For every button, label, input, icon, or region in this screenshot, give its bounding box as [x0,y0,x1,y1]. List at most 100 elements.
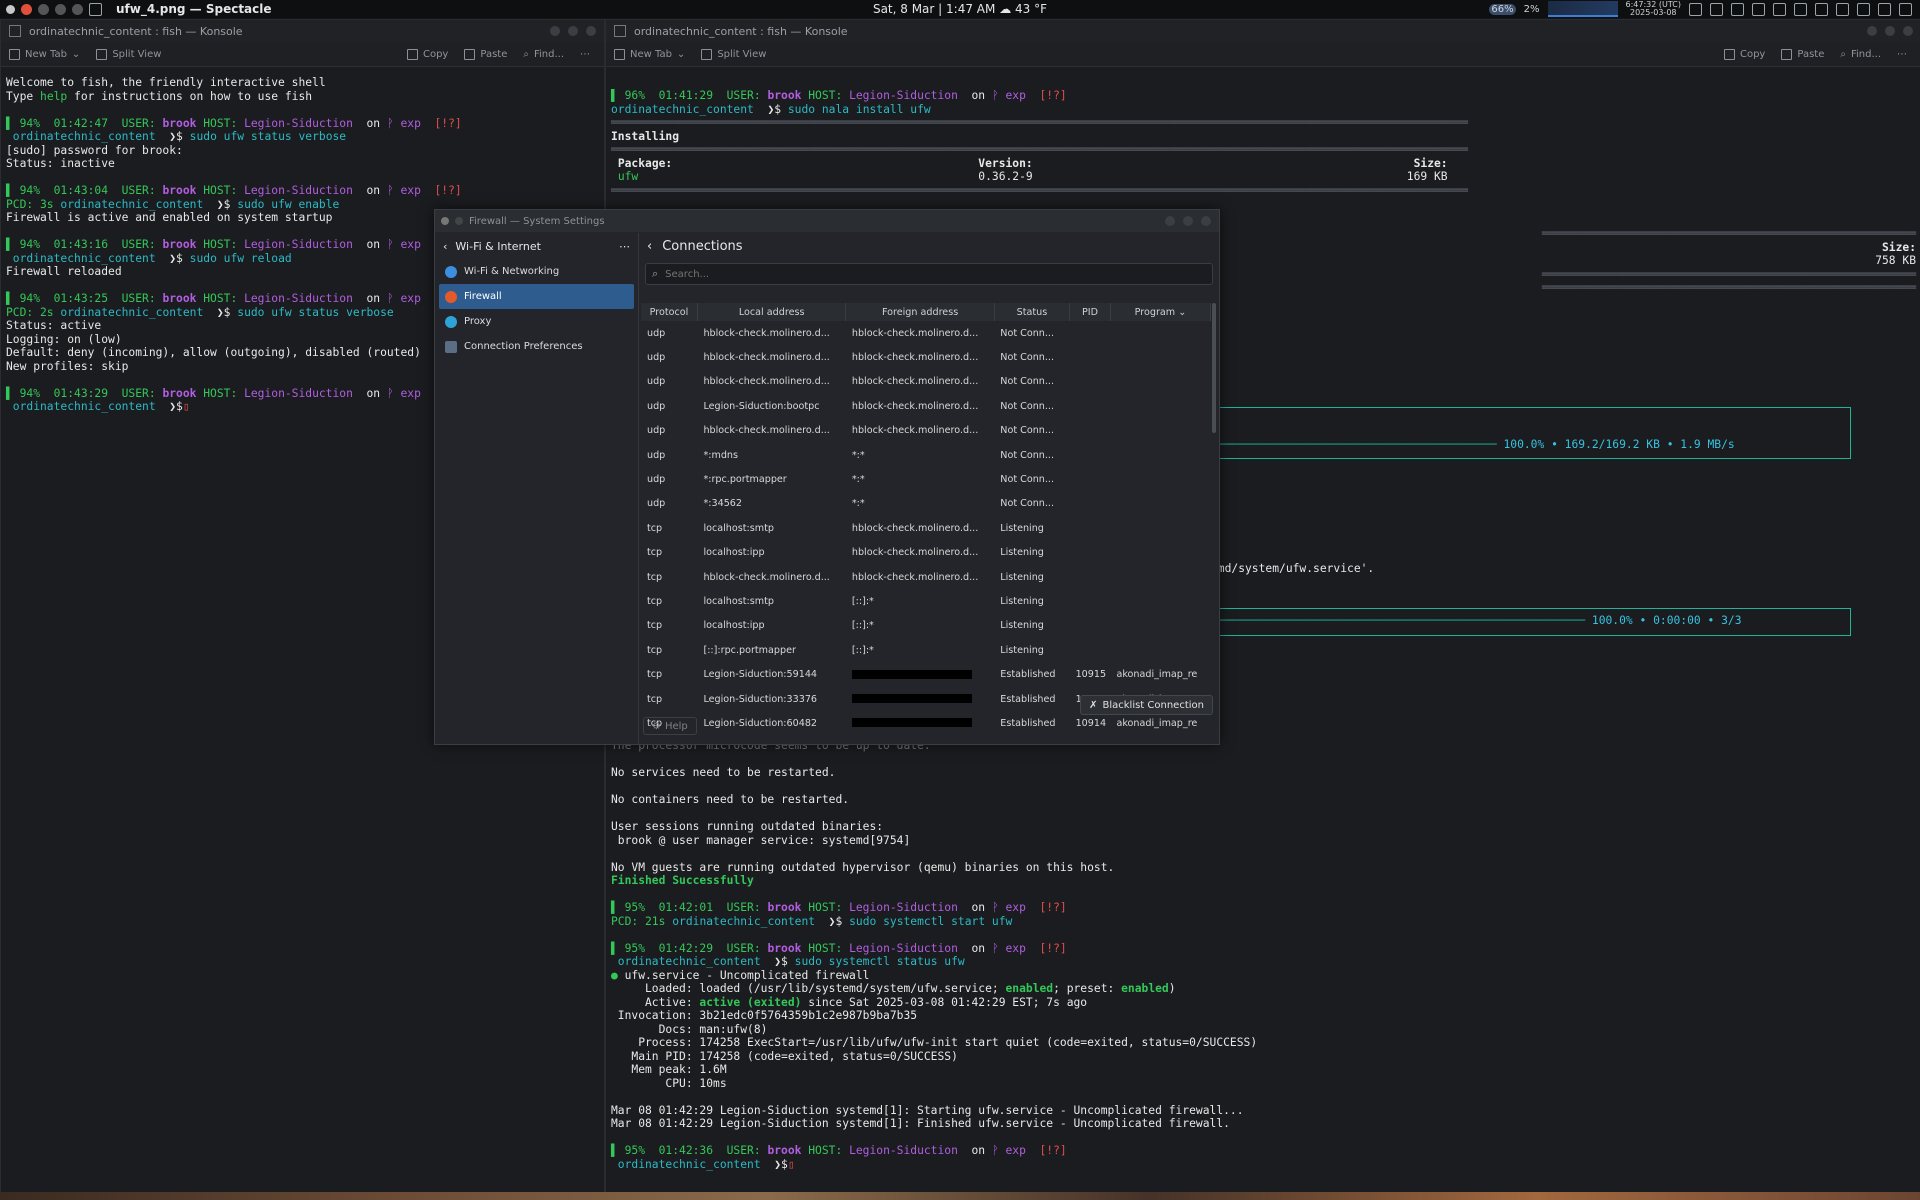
split-view-icon [96,48,108,60]
more-options-icon[interactable]: ⋯ [619,240,630,253]
update-icon[interactable] [1710,2,1723,16]
table-row[interactable]: tcp Legion-Siduction:59144 Established 1091… [641,662,1211,686]
close-button[interactable] [1903,26,1913,36]
brightness-icon[interactable] [1815,2,1828,16]
sidebar-item-proxy[interactable]: Proxy [435,309,638,334]
cell-status: Not Conn... [1000,474,1055,486]
install-progress-text: ────────────────────────────────────────… [1211,614,1742,627]
table-row[interactable]: tcp localhost:smtp [::]:* Listening [641,589,1211,613]
cell-local-address: localhost:ipp [703,547,765,559]
table-row[interactable]: udp hblock-check.molinero.d... hblock-chec… [641,321,1211,345]
active-window-title: ufw_4.png — Spectacle [116,2,272,16]
table-row[interactable]: udp hblock-check.molinero.d... hblock-chec… [641,345,1211,369]
right-terminal-output-top[interactable]: ▌ 96% 01:41:29 USER: brook HOST: Legion-… [606,89,1920,229]
app-menu-icon[interactable] [6,4,15,14]
maximize-button[interactable] [568,26,578,36]
notification-icon[interactable] [1689,2,1702,16]
battery-icon[interactable] [1878,2,1891,16]
table-row[interactable]: udp *:mdns *:* Not Conn... [641,443,1211,467]
terminal-tray-icon[interactable] [1731,2,1744,16]
cell-program [1110,370,1210,394]
find-button[interactable]: ⌕ Find... [1832,49,1889,60]
column-program[interactable]: Program ⌄ [1110,303,1212,321]
sidebar-item-firewall[interactable]: Firewall [439,284,634,309]
table-row[interactable]: tcp [::]:rpc.portmapper [::]:* Listening [641,638,1211,662]
right-konsole-title: ordinatechnic_content : fish — Konsole [634,24,848,38]
search-input[interactable] [663,267,1188,281]
column-foreign-address[interactable]: Foreign address [845,303,995,321]
volume-icon[interactable] [1773,2,1786,16]
right-terminal-output-bottom[interactable]: The processor microcode seems to be up t… [606,739,1920,1193]
left-konsole-titlebar[interactable]: ordinatechnic_content : fish — Konsole [1,20,604,42]
table-row[interactable]: tcp localhost:ipp hblock-check.molinero.d.… [641,541,1211,565]
table-row[interactable]: tcp localhost:smtp hblock-check.molinero.d… [641,516,1211,540]
menu-button[interactable]: ⋯ [1889,49,1915,60]
cell-foreign-address [846,662,994,686]
firewall-settings-dialog: Firewall — System Settings ‹ Wi-Fi & Int… [434,209,1220,745]
new-tab-button[interactable]: New Tab ⌄ [606,48,693,60]
dialog-titlebar[interactable]: Firewall — System Settings [435,210,1219,232]
table-row[interactable]: udp *:34562 *:* Not Conn... [641,492,1211,516]
split-view-button[interactable]: Split View [693,48,774,60]
cell-protocol: udp [647,474,666,486]
network-icon[interactable] [1857,2,1870,16]
blacklist-connection-button[interactable]: ✗ Blacklist Connection [1080,695,1213,715]
minimize-button[interactable] [1165,216,1175,226]
paste-button[interactable]: Paste [1773,48,1832,60]
maximize-button[interactable] [1183,216,1193,226]
new-tab-button[interactable]: New Tab ⌄ [1,48,88,60]
system-monitor-graph[interactable] [1547,1,1618,17]
display-icon[interactable] [1836,2,1849,16]
cell-foreign-address: *:* [851,498,865,510]
table-row[interactable]: udp hblock-check.molinero.d... hblock-chec… [641,419,1211,443]
right-konsole-titlebar[interactable]: ordinatechnic_content : fish — Konsole [606,20,1920,42]
chevron-down-icon: ⌄ [71,48,81,60]
help-button[interactable]: ⚙ Help [643,717,697,735]
bluetooth-icon[interactable] [1794,2,1807,16]
sidebar-item-wifi-networking[interactable]: Wi-Fi & Networking [435,259,638,284]
utc-clock[interactable]: 6:47:32 (UTC) 2025-03-08 [1626,1,1681,17]
table-row[interactable]: udp Legion-Siduction:bootpc hblock-check.m… [641,394,1211,418]
minimize-icon[interactable] [55,3,66,15]
cell-foreign-address: [::]:* [851,644,874,656]
column-status[interactable]: Status [994,303,1071,321]
table-row[interactable]: tcp localhost:ipp [::]:* Listening [641,614,1211,638]
find-button[interactable]: ⌕ Find... [515,49,572,60]
cell-program [1110,614,1210,638]
split-view-button[interactable]: Split View [88,48,169,60]
cell-program [1110,516,1210,540]
minimize-button[interactable] [550,26,560,36]
pin-icon[interactable] [38,3,49,15]
back-arrow-icon[interactable]: ‹ [647,239,652,254]
search-box[interactable]: ⌕ [645,263,1213,285]
sidebar-item-connection-preferences[interactable]: Connection Preferences [435,334,638,359]
close-window-icon[interactable] [21,3,32,15]
menu-button[interactable]: ⋯ [572,49,598,60]
sidebar-item-label: Firewall [464,291,502,302]
cell-foreign-address: hblock-check.molinero.d... [851,352,979,364]
minimize-button[interactable] [1867,26,1877,36]
column-protocol[interactable]: Protocol [641,303,698,321]
paste-button[interactable]: Paste [456,48,515,60]
cell-program [1110,541,1210,565]
copy-button[interactable]: Copy [399,48,456,60]
back-arrow-icon[interactable]: ‹ [443,240,447,253]
tray-expand-icon[interactable] [1899,2,1912,16]
maximize-button[interactable] [1885,26,1895,36]
column-pid[interactable]: PID [1069,303,1111,321]
column-local-address[interactable]: Local address [697,303,847,321]
split-view-label: Split View [112,48,162,60]
cell-pid [1070,370,1111,394]
table-scrollbar[interactable] [1212,303,1216,433]
copy-button[interactable]: Copy [1716,48,1773,60]
close-button[interactable] [1201,216,1211,226]
maximize-icon[interactable] [72,3,83,15]
pin-icon[interactable] [455,217,463,225]
clipboard-icon[interactable] [1752,2,1765,16]
table-row[interactable]: tcp hblock-check.molinero.d... hblock-chec… [641,565,1211,589]
more-icon: ⋯ [1897,48,1907,60]
close-button[interactable] [586,26,596,36]
cell-pid [1070,443,1111,467]
table-row[interactable]: udp *:rpc.portmapper *:* Not Conn... [641,467,1211,491]
table-row[interactable]: udp hblock-check.molinero.d... hblock-chec… [641,370,1211,394]
